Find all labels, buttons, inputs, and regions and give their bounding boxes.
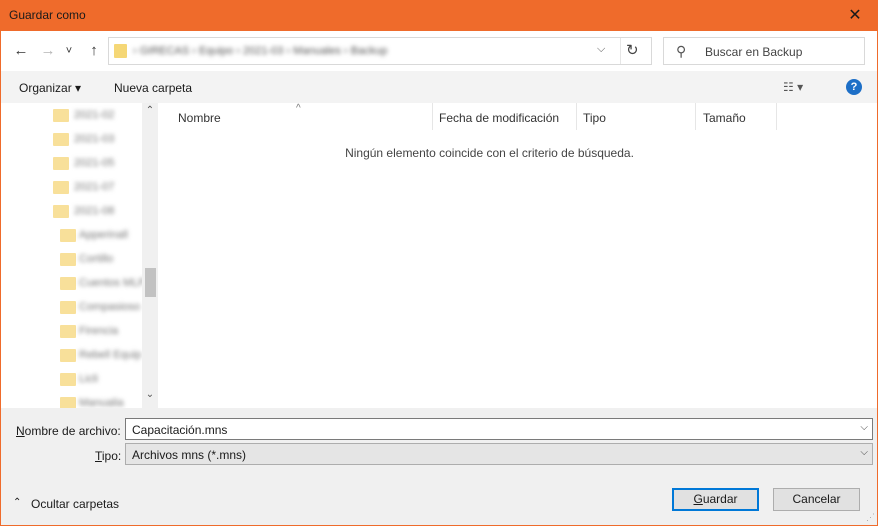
folder-icon [60,397,76,408]
help-icon[interactable]: ? [846,79,862,95]
back-arrow-icon[interactable]: ← [10,40,32,62]
nav-folder-item[interactable]: 2021-02 [1,104,141,128]
chevron-up-icon: ⌃ [13,497,22,508]
nav-folder-item[interactable]: 2021-03 [1,128,141,152]
folder-icon [60,373,76,386]
nav-folder-item[interactable]: 2021-08 [1,200,141,224]
refresh-icon[interactable]: ↻ [626,41,639,59]
nav-folder-label: Rebell Equip [79,349,142,361]
folder-icon [60,325,76,338]
nav-folder-item[interactable]: Licli [1,368,141,392]
address-dropdown-icon[interactable]: ⌵ [597,43,605,56]
recent-locations-chevron-icon[interactable]: ˅ [62,40,76,62]
breadcrumb[interactable]: › GIRECAS › Equipo › 2021-03 › Manuales … [133,45,387,57]
hide-folders-label: Ocultar carpetas [31,497,120,511]
nav-folder-label: Apperinall [79,229,128,241]
cancel-button[interactable]: Cancelar [773,488,860,511]
nav-folder-item[interactable]: 2021-07 [1,176,141,200]
nav-folder-item[interactable]: Compasioso [1,296,141,320]
command-toolbar: Organizar ▾ Nueva carpeta ☷ ▾ ? [1,71,877,103]
organize-button[interactable]: Organizar ▾ [19,81,81,95]
nav-folder-item[interactable]: Firencia [1,320,141,344]
folder-icon [53,205,69,218]
filename-field[interactable]: Capacitación.mns ⌵ [125,418,873,440]
column-header-name[interactable]: Nombre [158,103,432,130]
nav-folder-label: Licli [79,373,98,385]
save-button[interactable]: Guardar [672,488,759,511]
filename-label: Nombre de archivo: [16,424,121,438]
nav-folder-item[interactable]: 2021-05 [1,152,141,176]
nav-folder-label: 2021-07 [74,181,115,193]
column-header-size[interactable]: Tamaño [696,103,776,130]
column-header-label: Tipo [583,111,606,125]
scroll-down-icon[interactable]: ⌄ [142,389,158,400]
view-options-icon[interactable]: ☷ ▾ [783,80,803,94]
nav-folder-label: 2021-08 [74,205,115,217]
nav-folder-item[interactable]: Cortillo [1,248,141,272]
window-title: Guardar como [9,8,86,22]
nav-pane-scrollbar[interactable]: ⌃ ⌄ [142,103,158,408]
nav-folder-label: Manualia [79,397,124,408]
nav-folder-label: Cortillo [79,253,114,265]
nav-folder-label: Cuentos MLP [79,277,146,289]
up-arrow-icon[interactable]: ↑ [83,40,105,62]
search-placeholder: Buscar en Backup [705,45,803,59]
scrollbar-thumb[interactable] [145,268,156,297]
column-header-label: Fecha de modificación [439,111,560,125]
empty-message: Ningún elemento coincide con el criterio… [345,146,634,160]
folder-icon [60,349,76,362]
address-bar[interactable]: › GIRECAS › Equipo › 2021-03 › Manuales … [108,37,652,65]
folder-icon [53,109,69,122]
nav-folder-label: 2021-02 [74,109,115,121]
folder-icon [53,157,69,170]
file-type-label: Tipo: [95,449,122,463]
folder-icon [53,181,69,194]
nav-folder-label: Compasioso [79,301,141,313]
nav-folder-item[interactable]: Rebell Equip [1,344,141,368]
folder-icon [60,277,76,290]
nav-folder-item[interactable]: Apperinall [1,224,141,248]
folder-icon [114,44,127,58]
nav-folder-label: 2021-03 [74,133,115,145]
chevron-down-icon[interactable]: ⌵ [860,447,868,458]
nav-folder-label: Firencia [79,325,119,337]
file-list[interactable]: ^ Nombre Fecha de modificación Tipo Tama… [158,103,877,408]
close-icon[interactable]: ✕ [832,0,878,31]
new-folder-button[interactable]: Nueva carpeta [114,81,192,95]
column-header-label: Tamaño [703,111,746,125]
navigation-pane[interactable]: 2021-02 2021-03 2021-05 2021-07 2021-08 … [1,103,158,408]
nav-folder-item[interactable]: Manualia [1,392,141,408]
column-header-date[interactable]: Fecha de modificación [433,103,576,130]
save-form: Nombre de archivo: Capacitación.mns ⌵ Ti… [1,408,877,525]
folder-icon [60,229,76,242]
file-type-select[interactable]: Archivos mns (*.mns) ⌵ [125,443,873,465]
nav-folder-label: 2021-05 [74,157,115,169]
file-type-value: Archivos mns (*.mns) [132,448,247,462]
folder-icon [53,133,69,146]
search-icon: ⚲ [676,43,687,59]
title-bar: Guardar como ✕ [0,0,878,31]
folder-icon [60,253,76,266]
search-input[interactable]: ⚲ Buscar en Backup [663,37,865,65]
forward-arrow-icon[interactable]: → [37,40,59,62]
address-divider [620,38,621,64]
filename-value[interactable]: Capacitación.mns [132,423,227,437]
resize-grip-icon[interactable]: ⋰ [866,512,875,523]
column-header-label: Nombre [178,111,221,125]
scroll-up-icon[interactable]: ⌃ [142,105,158,116]
navigation-bar: ← → ˅ ↑ › GIRECAS › Equipo › 2021-03 › M… [1,31,877,71]
nav-folder-item[interactable]: Cuentos MLP [1,272,146,296]
chevron-down-icon[interactable]: ⌵ [860,422,868,433]
column-header-type[interactable]: Tipo [577,103,695,130]
folder-icon [60,301,76,314]
